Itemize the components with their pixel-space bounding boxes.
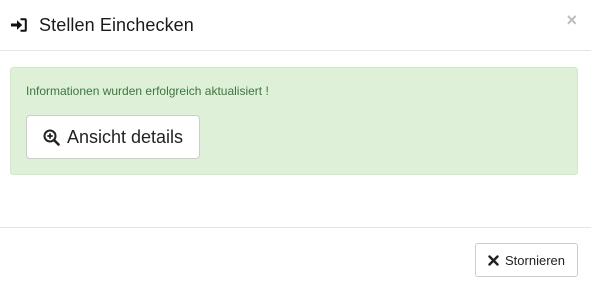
modal-body: Informationen wurden erfolgreich aktuali… xyxy=(0,51,591,227)
sign-in-icon xyxy=(10,16,28,34)
close-button[interactable]: × xyxy=(566,11,577,29)
close-icon xyxy=(488,254,499,266)
zoom-in-icon xyxy=(43,129,60,146)
success-alert: Informationen wurden erfolgreich aktuali… xyxy=(10,67,578,175)
modal-footer: Stornieren xyxy=(0,227,591,290)
modal-header: Stellen Einchecken × xyxy=(0,0,591,51)
view-details-label: Ansicht details xyxy=(67,126,184,147)
modal-title: Stellen Einchecken xyxy=(39,14,194,35)
cancel-button[interactable]: Stornieren xyxy=(475,243,578,277)
cancel-label: Stornieren xyxy=(505,252,565,268)
checkin-modal: Stellen Einchecken × Informationen wurde… xyxy=(0,0,591,290)
alert-message: Informationen wurden erfolgreich aktuali… xyxy=(26,84,269,98)
view-details-button[interactable]: Ansicht details xyxy=(26,115,201,159)
